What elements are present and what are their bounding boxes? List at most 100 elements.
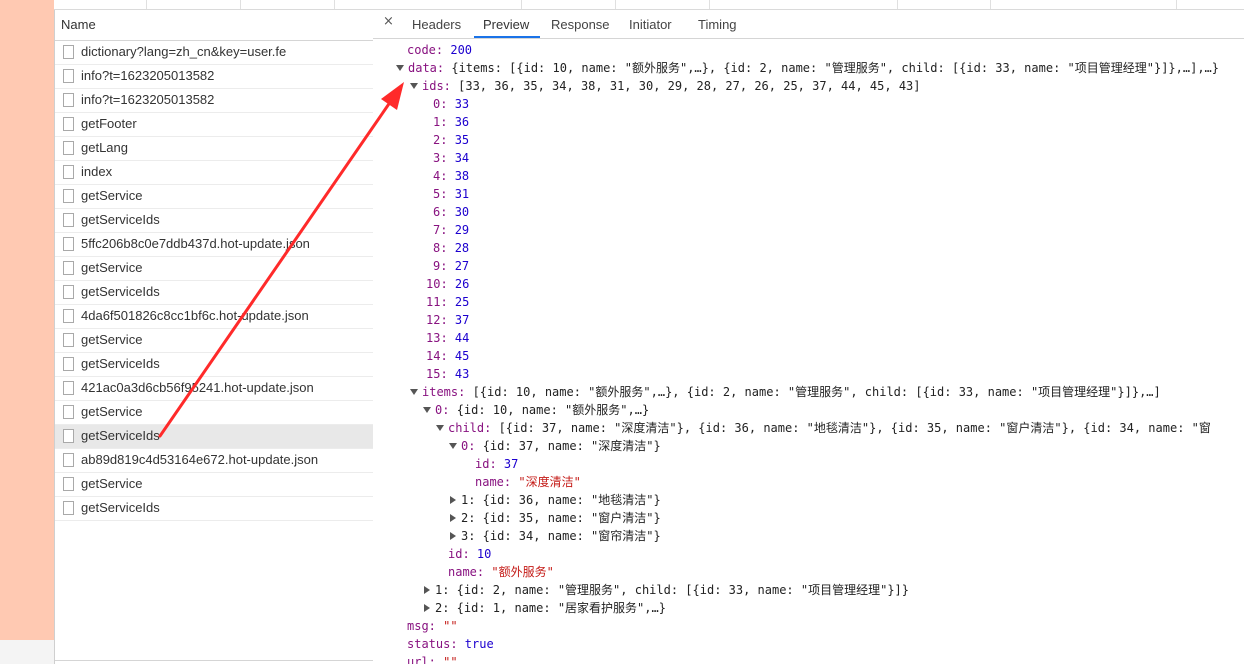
ids-entry: 5: 31 [433, 185, 469, 203]
ids-entry-index: 12: [426, 313, 455, 327]
tab-timing[interactable]: Timing [698, 17, 737, 32]
request-row[interactable]: getServiceIds [55, 281, 373, 305]
msg-line: msg: "" [407, 617, 458, 635]
request-row[interactable]: ab89d819c4d53164e672.hot-update.json [55, 449, 373, 473]
tab-preview[interactable]: Preview [483, 17, 529, 32]
child-key: child: [448, 421, 499, 435]
active-tab-indicator [474, 36, 540, 38]
ids-entry: 4: 38 [433, 167, 469, 185]
request-list-panel: Name dictionary?lang=zh_cn&key=user.fein… [54, 10, 374, 664]
ids-entry: 11: 25 [426, 293, 469, 311]
item-1-summary: 1: {id: 2, name: "管理服务", child: [{id: 33… [435, 583, 910, 597]
item-1-line[interactable]: 1: {id: 2, name: "管理服务", child: [{id: 33… [423, 581, 909, 599]
ids-entry-index: 8: [433, 241, 455, 255]
request-row[interactable]: getServiceIds [55, 353, 373, 377]
ids-entry-index: 5: [433, 187, 455, 201]
tab-initiator[interactable]: Initiator [629, 17, 672, 32]
request-row[interactable]: getService [55, 329, 373, 353]
ids-entry-value: 26 [454, 277, 470, 291]
child-0-name-line: name: "深度清洁" [475, 473, 581, 491]
file-icon [63, 93, 74, 107]
ids-entry-index: 14: [426, 349, 455, 363]
request-row[interactable]: dictionary?lang=zh_cn&key=user.fe [55, 41, 373, 65]
child-0-id-key: id: [475, 457, 504, 471]
status-key: status: [407, 637, 465, 651]
ids-entry: 3: 34 [433, 149, 469, 167]
child-0-name-value: "深度清洁" [518, 475, 581, 489]
close-icon[interactable]: × [383, 14, 394, 29]
expanded-triangle-icon[interactable] [410, 388, 418, 395]
request-row[interactable]: 421ac0a3d6cb56f95241.hot-update.json [55, 377, 373, 401]
tab-headers[interactable]: Headers [412, 17, 461, 32]
item-0-line[interactable]: 0: {id: 10, name: "额外服务",…} [423, 401, 649, 419]
request-list-header[interactable]: Name [55, 10, 373, 41]
status-value: true [464, 637, 494, 651]
request-row[interactable]: index [55, 161, 373, 185]
tab-response[interactable]: Response [551, 17, 610, 32]
child-1-summary: 1: {id: 36, name: "地毯清洁"} [461, 493, 661, 507]
ids-entry: 6: 30 [433, 203, 469, 221]
child-0-name-key: name: [475, 475, 519, 489]
expanded-triangle-icon[interactable] [436, 424, 444, 431]
request-name: getService [81, 476, 143, 491]
json-preview: code: 200 data: {items: [{id: 10, name: … [373, 39, 1244, 664]
item-0-id-key: id: [448, 547, 477, 561]
request-row[interactable]: info?t=1623205013582 [55, 89, 373, 113]
code-line: code: 200 [407, 41, 472, 59]
ids-entry-value: 30 [454, 205, 470, 219]
expanded-triangle-icon[interactable] [410, 82, 418, 89]
ids-entry: 9: 27 [433, 257, 469, 275]
request-name: info?t=1623205013582 [81, 68, 215, 83]
file-icon [63, 117, 74, 131]
child-1-line[interactable]: 1: {id: 36, name: "地毯清洁"} [449, 491, 661, 509]
item-0-name-line: name: "额外服务" [448, 563, 554, 581]
request-row[interactable]: getService [55, 473, 373, 497]
ids-entry-value: 37 [454, 313, 470, 327]
expanded-triangle-icon[interactable] [449, 442, 457, 449]
ids-entry-value: 45 [454, 349, 470, 363]
request-row[interactable]: getServiceIds [55, 497, 373, 521]
expanded-triangle-icon[interactable] [423, 406, 431, 413]
code-value: 200 [450, 43, 473, 57]
request-row[interactable]: getLang [55, 137, 373, 161]
child-0-line[interactable]: 0: {id: 37, name: "深度清洁"} [449, 437, 661, 455]
detail-tab-bar: × Headers Preview Response Initiator Tim… [373, 10, 1244, 39]
url-line: url: "" [407, 653, 458, 664]
child-3-line[interactable]: 3: {id: 34, name: "窗帘清洁"} [449, 527, 661, 545]
collapsed-triangle-icon[interactable] [424, 603, 430, 612]
collapsed-triangle-icon[interactable] [424, 585, 430, 594]
ids-entry-index: 10: [426, 277, 455, 291]
item-2-line[interactable]: 2: {id: 1, name: "居家看护服务",…} [423, 599, 666, 617]
child-line[interactable]: child: [{id: 37, name: "深度清洁"}, {id: 36,… [436, 419, 1211, 437]
request-row[interactable]: 4da6f501826c8cc1bf6c.hot-update.json [55, 305, 373, 329]
request-row[interactable]: getServiceIds [55, 209, 373, 233]
item-0-id-value: 10 [476, 547, 492, 561]
ids-entry: 2: 35 [433, 131, 469, 149]
collapsed-triangle-icon[interactable] [450, 531, 456, 540]
child-2-line[interactable]: 2: {id: 35, name: "窗户清洁"} [449, 509, 661, 527]
data-line[interactable]: data: {items: [{id: 10, name: "额外服务",…},… [396, 59, 1219, 77]
item-0-name-key: name: [448, 565, 492, 579]
request-row[interactable]: getService [55, 185, 373, 209]
items-line[interactable]: items: [{id: 10, name: "额外服务",…}, {id: 2… [410, 383, 1161, 401]
request-name: ab89d819c4d53164e672.hot-update.json [81, 452, 319, 467]
expanded-triangle-icon[interactable] [396, 64, 404, 71]
child-0-id-value: 37 [503, 457, 519, 471]
request-row[interactable]: getServiceIds [55, 425, 373, 449]
ids-entry: 1: 36 [433, 113, 469, 131]
request-row[interactable]: getService [55, 401, 373, 425]
request-row[interactable]: getFooter [55, 113, 373, 137]
collapsed-triangle-icon[interactable] [450, 495, 456, 504]
request-row[interactable]: getService [55, 257, 373, 281]
request-row[interactable]: info?t=1623205013582 [55, 65, 373, 89]
ids-line[interactable]: ids: [33, 36, 35, 34, 38, 31, 30, 29, 28… [410, 77, 921, 95]
ids-entry-value: 36 [454, 115, 470, 129]
file-icon [63, 405, 74, 419]
ids-entry: 0: 33 [433, 95, 469, 113]
ids-entry: 13: 44 [426, 329, 469, 347]
collapsed-triangle-icon[interactable] [450, 513, 456, 522]
msg-value: "" [443, 619, 458, 633]
item-0-summary: {id: 10, name: "额外服务",…} [456, 403, 650, 417]
items-summary: [{id: 10, name: "额外服务",…}, {id: 2, name:… [472, 385, 1161, 399]
request-row[interactable]: 5ffc206b8c0e7ddb437d.hot-update.json [55, 233, 373, 257]
